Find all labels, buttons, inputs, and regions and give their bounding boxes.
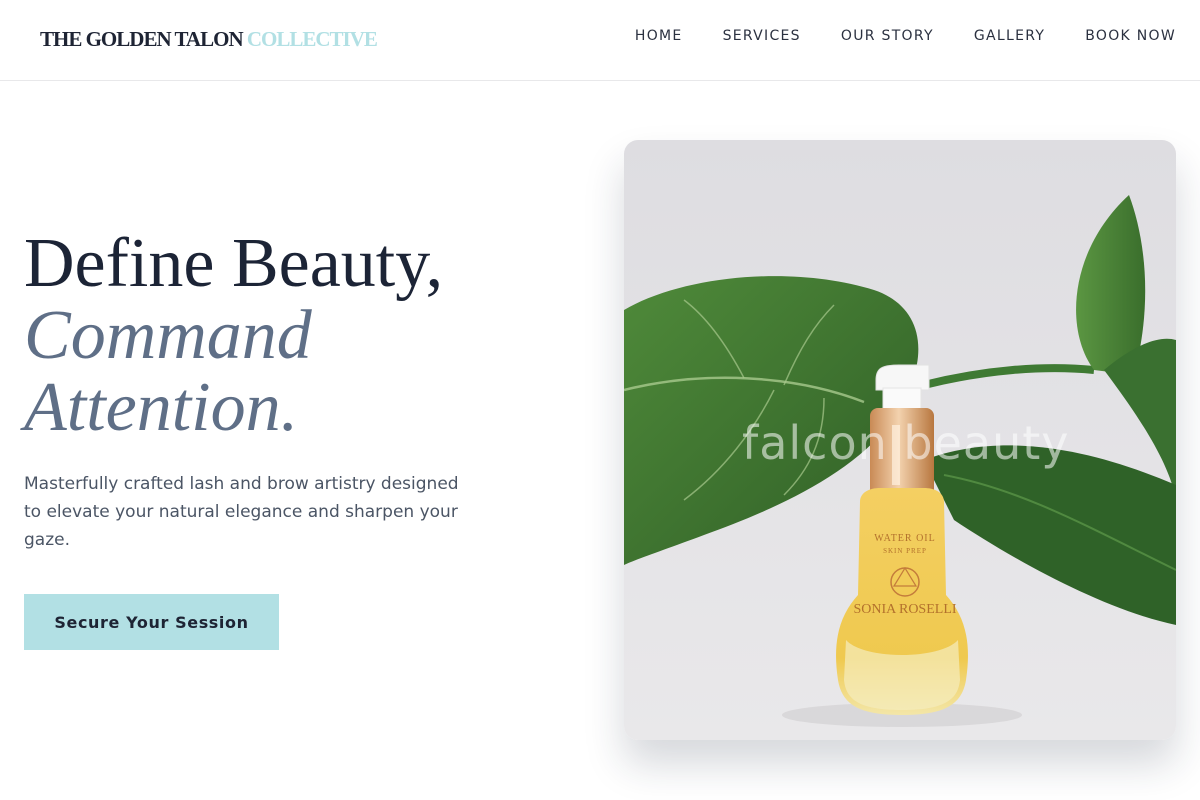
bottle-label-line-2: SKIN PREP <box>883 547 927 555</box>
main-nav: HOME SERVICES OUR STORY GALLERY BOOK NOW <box>635 28 1176 44</box>
nav-home[interactable]: HOME <box>635 28 683 44</box>
nav-our-story[interactable]: OUR STORY <box>841 28 934 44</box>
hero-heading-line-1: Define Beauty, <box>24 225 444 302</box>
hero-subtitle: Masterfully crafted lash and brow artist… <box>24 474 459 550</box>
secure-session-button[interactable]: Secure Your Session <box>24 594 279 650</box>
hero-product-image: WATER OIL SKIN PREP SONIA ROSELLI falcon… <box>624 140 1176 740</box>
bottle-brand: SONIA ROSELLI <box>853 602 957 617</box>
brand-name-accent: COLLECTIVE <box>246 27 378 51</box>
site-header: THE GOLDEN TALON COLLECTIVE HOME SERVICE… <box>0 0 1200 81</box>
leaf-right-bottom <box>924 445 1176 625</box>
hero-heading-line-3: Attention. <box>24 369 299 446</box>
nav-book-now[interactable]: BOOK NOW <box>1085 28 1176 44</box>
bottle-label-line-1: WATER OIL <box>874 533 936 544</box>
watermark: falcon beauty <box>742 416 1070 470</box>
hero-heading: Define Beauty, Command Attention. <box>24 228 443 444</box>
nav-gallery[interactable]: GALLERY <box>974 28 1045 44</box>
hero-heading-line-2: Command <box>24 297 312 374</box>
leaf-right-top <box>1076 195 1146 375</box>
brand-logo[interactable]: THE GOLDEN TALON COLLECTIVE <box>40 27 378 52</box>
brand-name-main: THE GOLDEN TALON <box>40 27 244 51</box>
nav-services[interactable]: SERVICES <box>723 28 801 44</box>
